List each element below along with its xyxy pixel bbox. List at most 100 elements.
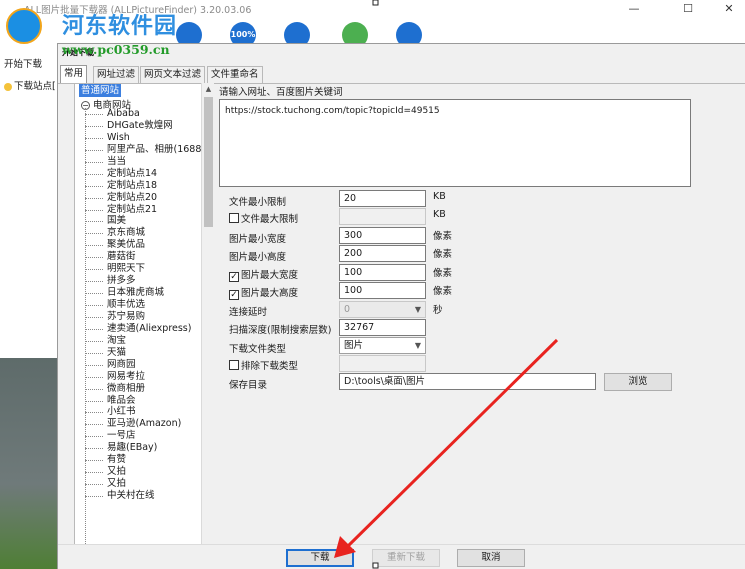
tree-item[interactable]: 定制站点18 <box>85 180 201 192</box>
min-height-input[interactable]: 200 <box>339 245 426 262</box>
max-size-input[interactable] <box>339 208 426 225</box>
min-size-label: 文件最小限制 <box>229 197 287 208</box>
tree-scrollbar[interactable]: ▲ ▼ <box>201 83 214 569</box>
url-input[interactable]: https://stock.tuchong.com/topic?topicId=… <box>219 99 691 187</box>
tree-item[interactable]: 国美 <box>85 215 201 227</box>
min-size-input[interactable]: 20 <box>339 190 426 207</box>
close-button[interactable]: ✕ <box>713 0 745 18</box>
max-width-checkbox[interactable]: ✓ <box>229 272 239 282</box>
tree-item[interactable]: 聚美优品 <box>85 239 201 251</box>
tree-item[interactable]: Aibaba <box>85 108 201 120</box>
min-height-label: 图片最小高度 <box>229 252 287 263</box>
tree-item[interactable]: 易趣(EBay) <box>85 442 201 454</box>
exclude-label: 排除下载类型 <box>241 361 299 372</box>
tree-item[interactable]: 一号店 <box>85 430 201 442</box>
max-width-unit: 像素 <box>433 268 453 279</box>
tree-item[interactable]: 顺丰优选 <box>85 299 201 311</box>
site-tree[interactable]: 普通网站 − 电商网站 Aibaba DHGate敦煌网 Wish 阿里产品、相册(16… <box>74 83 214 569</box>
tree-item[interactable]: 唯品会 <box>85 395 201 407</box>
type-value: 图片 <box>344 340 364 351</box>
main-sidebar: 开始下载 下载站点[ <box>0 48 60 569</box>
chevron-down-icon: ▼ <box>414 305 421 314</box>
tree-item[interactable]: 苏宁易购 <box>85 311 201 323</box>
start-download-dialog: 开始下载 常用 网址过滤 网页文本过滤 文件重命名 普通网站 − 电商网站 Aib… <box>57 43 745 569</box>
sidebar-background <box>0 358 60 569</box>
site-watermark: 河东软件园 www.pc0359.cn <box>4 2 214 62</box>
max-height-row[interactable]: ✓ 图片最大高度 <box>229 285 298 300</box>
tree-item[interactable]: 定制站点21 <box>85 204 201 216</box>
save-dir-input[interactable]: D:\tools\桌面\图片 <box>339 373 596 390</box>
maximize-button[interactable]: ☐ <box>672 0 704 18</box>
tree-item[interactable]: 天猫 <box>85 347 201 359</box>
max-height-input[interactable]: 100 <box>339 282 426 299</box>
minimize-button[interactable]: — <box>618 0 650 18</box>
tree-item[interactable]: 京东商城 <box>85 227 201 239</box>
download-button[interactable]: 下载 <box>286 549 354 567</box>
tree-item[interactable]: 又拍 <box>85 478 201 490</box>
tree-item[interactable]: 网易考拉 <box>85 371 201 383</box>
dialog-button-bar: 下载 重新下载 取消 <box>58 544 745 569</box>
delay-unit: 秒 <box>433 305 443 316</box>
max-height-label: 图片最大高度 <box>241 288 299 299</box>
max-width-row[interactable]: ✓ 图片最大宽度 <box>229 267 298 282</box>
tree-item[interactable]: 阿里产品、相册(1688 <box>85 144 201 156</box>
tree-item[interactable]: 淘宝 <box>85 335 201 347</box>
tree-item[interactable]: 蘑菇街 <box>85 251 201 263</box>
type-select[interactable]: 图片 ▼ <box>339 337 426 354</box>
delay-select[interactable]: 0 ▼ <box>339 301 426 318</box>
tab-text-filter[interactable]: 网页文本过滤 <box>140 66 206 83</box>
delay-label: 连接延时 <box>229 307 268 318</box>
tree-item[interactable]: 拼多多 <box>85 275 201 287</box>
tree-item[interactable]: 小红书 <box>85 406 201 418</box>
exclude-input[interactable] <box>339 355 426 372</box>
redownload-button[interactable]: 重新下载 <box>372 549 440 567</box>
min-width-input[interactable]: 300 <box>339 227 426 244</box>
type-label: 下载文件类型 <box>229 344 287 355</box>
browse-button[interactable]: 浏览 <box>604 373 672 391</box>
tree-item[interactable]: 中关村在线 <box>85 490 201 502</box>
exclude-row[interactable]: 排除下载类型 <box>229 358 298 372</box>
tab-common[interactable]: 常用 <box>60 65 88 83</box>
tree-item[interactable]: DHGate敦煌网 <box>85 120 201 132</box>
depth-input[interactable]: 32767 <box>339 319 426 336</box>
depth-label: 扫描深度(限制搜索层数) <box>229 325 332 336</box>
max-size-label: 文件最大限制 <box>241 214 299 225</box>
tree-item[interactable]: 定制站点20 <box>85 192 201 204</box>
min-size-unit: KB <box>433 191 446 202</box>
tree-item[interactable]: 日本雅虎商城 <box>85 287 201 299</box>
tab-url-filter[interactable]: 网址过滤 <box>93 66 140 83</box>
min-width-unit: 像素 <box>433 231 453 242</box>
tree-root-selected[interactable]: 普通网站 <box>79 84 122 97</box>
folder-icon <box>4 82 12 91</box>
max-size-checkbox[interactable] <box>229 213 239 223</box>
max-height-checkbox[interactable]: ✓ <box>229 290 239 300</box>
tree-item[interactable]: 有赞 <box>85 454 201 466</box>
exclude-checkbox[interactable] <box>229 360 239 370</box>
download-site-label: 下载站点[ <box>14 81 56 92</box>
watermark-url: www.pc0359.cn <box>62 42 170 57</box>
tree-item[interactable]: Wish <box>85 132 201 144</box>
tree-item[interactable]: 速卖通(Aliexpress) <box>85 323 201 335</box>
tree-item[interactable]: 微商相册 <box>85 383 201 395</box>
scroll-thumb[interactable] <box>204 97 213 227</box>
tree-item[interactable]: 定制站点14 <box>85 168 201 180</box>
tree-item[interactable]: 当当 <box>85 156 201 168</box>
tab-rename[interactable]: 文件重命名 <box>207 66 263 83</box>
max-width-input[interactable]: 100 <box>339 264 426 281</box>
max-size-row[interactable]: 文件最大限制 <box>229 211 298 225</box>
tree-item[interactable]: 亚马逊(Amazon) <box>85 418 201 430</box>
min-height-unit: 像素 <box>433 249 453 260</box>
tree-item[interactable]: 又拍 <box>85 466 201 478</box>
max-height-unit: 像素 <box>433 286 453 297</box>
tree-item-list: Aibaba DHGate敦煌网 Wish 阿里产品、相册(1688 当当 定制站点14 定… <box>85 108 201 502</box>
chevron-down-icon: ▼ <box>414 341 421 350</box>
download-site-item[interactable]: 下载站点[ <box>4 78 56 92</box>
tree-item[interactable]: 明熙天下 <box>85 263 201 275</box>
max-width-label: 图片最大宽度 <box>241 270 299 281</box>
url-label: 请输入网址、百度图片关键词 <box>219 87 343 98</box>
save-dir-label: 保存目录 <box>229 380 268 391</box>
watermark-logo-icon <box>6 8 42 44</box>
cancel-button[interactable]: 取消 <box>457 549 525 567</box>
scroll-up-icon[interactable]: ▲ <box>202 83 215 95</box>
tree-item[interactable]: 网商园 <box>85 359 201 371</box>
